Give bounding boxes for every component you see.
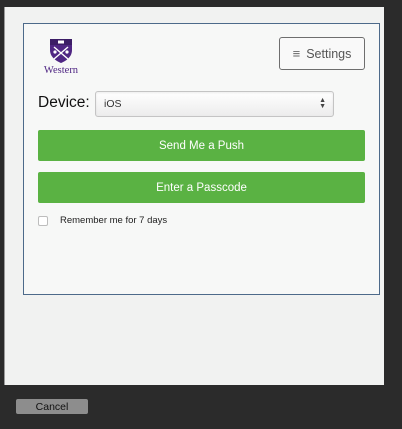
device-label: Device:	[38, 94, 90, 111]
select-arrows-icon: ▲ ▼	[319, 97, 326, 110]
settings-label: Settings	[306, 46, 352, 61]
remember-me-row: Remember me for 7 days	[38, 215, 167, 226]
remember-me-label: Remember me for 7 days	[60, 215, 168, 226]
auth-card: Western ≡ Settings Device: iOS ▲ ▼ Send M…	[23, 23, 380, 295]
enter-passcode-button[interactable]: Enter a Passcode	[38, 172, 365, 203]
logo-text: Western	[43, 65, 79, 76]
send-push-button[interactable]: Send Me a Push	[38, 130, 365, 161]
cancel-button[interactable]: Cancel	[16, 399, 88, 414]
device-select[interactable]: iOS ▲ ▼	[95, 91, 334, 117]
remember-me-checkbox[interactable]	[38, 215, 48, 226]
dialog-window: Western ≡ Settings Device: iOS ▲ ▼ Send M…	[4, 7, 384, 385]
western-crest-icon	[50, 39, 72, 63]
device-selected-value: iOS	[104, 98, 122, 110]
dialog-footer: Cancel	[0, 385, 402, 429]
western-logo: Western	[41, 38, 81, 82]
hamburger-menu-icon: ≡	[292, 46, 301, 61]
settings-button[interactable]: ≡ Settings	[279, 37, 365, 70]
